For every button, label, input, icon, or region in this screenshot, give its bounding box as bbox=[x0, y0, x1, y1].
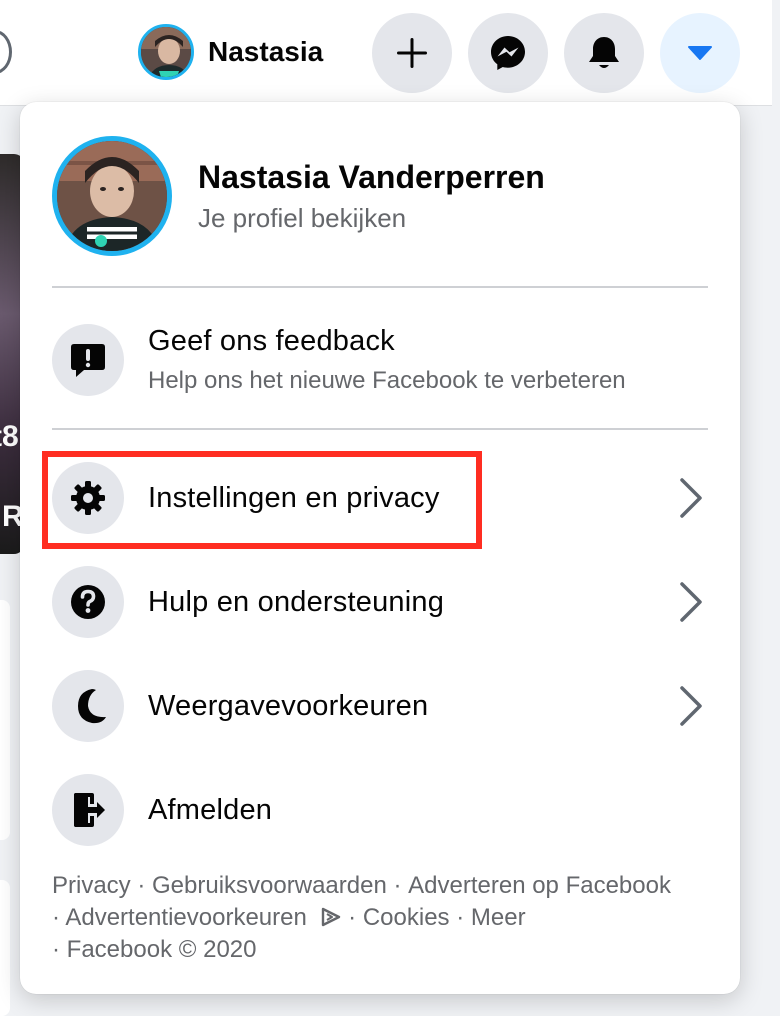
footer-separator: · bbox=[52, 904, 66, 931]
profile-shortcut[interactable]: Nastasia bbox=[138, 24, 323, 80]
question-icon bbox=[71, 585, 105, 619]
footer-copyright: Facebook © 2020 bbox=[66, 936, 257, 963]
chevron-right-icon bbox=[680, 686, 702, 726]
feed-card bbox=[0, 600, 10, 840]
chevron-right-icon bbox=[680, 478, 702, 518]
footer-link-advertising[interactable]: Adverteren op Facebook bbox=[408, 872, 671, 899]
divider bbox=[52, 286, 708, 288]
feed-card bbox=[0, 880, 10, 1016]
feedback-icon-container bbox=[52, 324, 124, 396]
menu-item-display-preferences[interactable]: Weergavevoorkeuren bbox=[52, 668, 708, 744]
profile-text: Nastasia Vanderperren Je profiel bekijke… bbox=[198, 157, 545, 235]
footer-link-terms[interactable]: Gebruiksvoorwaarden bbox=[152, 872, 387, 899]
caret-down-icon bbox=[688, 46, 712, 60]
view-profile-text: Je profiel bekijken bbox=[198, 203, 407, 233]
divider bbox=[52, 428, 708, 430]
partial-icon bbox=[0, 30, 12, 74]
footer-separator: · bbox=[341, 904, 363, 931]
ad-choices-icon bbox=[321, 907, 340, 927]
logout-label: Afmelden bbox=[148, 794, 273, 826]
account-menu-button[interactable] bbox=[660, 13, 740, 93]
footer-link-cookies[interactable]: Cookies bbox=[363, 904, 450, 931]
top-navigation-bar: Nastasia bbox=[0, 0, 772, 106]
feedback-label: Geef ons feedback bbox=[148, 325, 395, 357]
create-button[interactable] bbox=[372, 13, 452, 93]
moon-icon bbox=[78, 689, 106, 724]
footer-link-privacy[interactable]: Privacy bbox=[52, 872, 131, 899]
logout-icon bbox=[74, 793, 105, 827]
logout-text: Afmelden bbox=[148, 792, 272, 828]
plus-icon bbox=[397, 38, 427, 68]
footer-separator: · bbox=[130, 872, 153, 899]
avatar bbox=[52, 136, 172, 256]
help-support-label: Hulp en ondersteuning bbox=[148, 586, 445, 618]
menu-item-logout[interactable]: Afmelden bbox=[52, 772, 708, 848]
feedback-subtitle: Help ons het nieuwe Facebook te verbeter… bbox=[148, 367, 626, 394]
messenger-icon bbox=[491, 36, 525, 70]
messenger-button[interactable] bbox=[468, 13, 548, 93]
footer-links: Privacy · Gebruiksvoorwaarden · Adverter… bbox=[52, 870, 712, 966]
help-text: Hulp en ondersteuning bbox=[148, 584, 444, 620]
footer-link-ad-choices[interactable]: Advertentievoorkeuren bbox=[65, 904, 306, 931]
feedback-exclamation-icon bbox=[71, 344, 105, 377]
avatar bbox=[138, 24, 194, 80]
profile-full-name: Nastasia Vanderperren bbox=[198, 159, 545, 195]
question-icon-container bbox=[52, 566, 124, 638]
footer-link-more[interactable]: Meer bbox=[471, 904, 526, 931]
story-text: t8 bbox=[0, 420, 19, 453]
chevron-right-icon bbox=[680, 582, 702, 622]
highlight-annotation bbox=[42, 451, 482, 549]
feedback-text: Geef ons feedback Help ons het nieuwe Fa… bbox=[148, 323, 626, 397]
footer-separator: · bbox=[386, 872, 409, 899]
profile-link[interactable]: Nastasia Vanderperren Je profiel bekijke… bbox=[52, 136, 545, 256]
bell-icon bbox=[589, 37, 619, 68]
profile-name: Nastasia bbox=[208, 36, 324, 67]
footer-separator: · bbox=[449, 904, 471, 931]
display-preferences-label: Weergavevoorkeuren bbox=[148, 690, 429, 722]
moon-icon-container bbox=[52, 670, 124, 742]
notifications-button[interactable] bbox=[564, 13, 644, 93]
menu-item-help-support[interactable]: Hulp en ondersteuning bbox=[52, 564, 708, 640]
menu-item-feedback[interactable]: Geef ons feedback Help ons het nieuwe Fa… bbox=[52, 320, 708, 400]
logout-icon-container bbox=[52, 774, 124, 846]
display-text: Weergavevoorkeuren bbox=[148, 688, 428, 724]
footer-separator: · bbox=[52, 936, 67, 963]
